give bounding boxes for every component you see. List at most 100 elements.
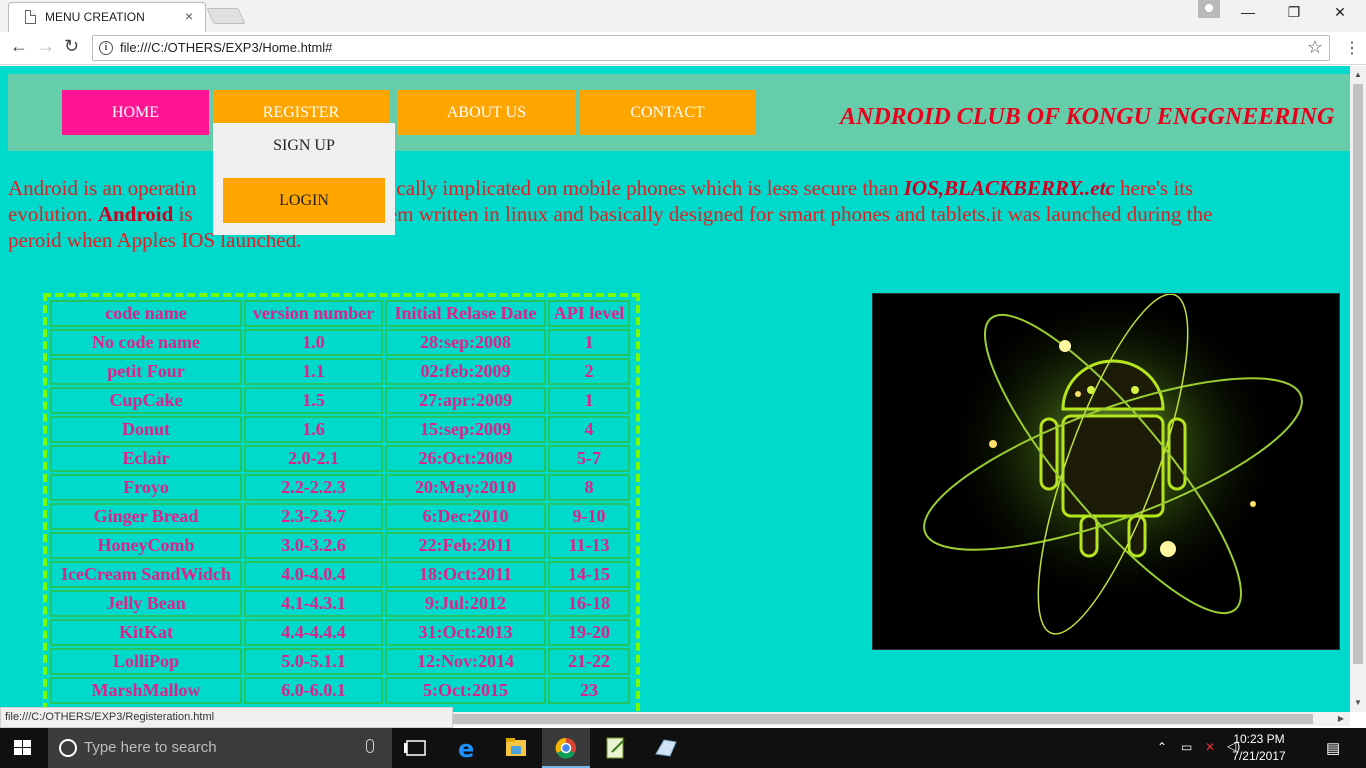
signup-menu-item[interactable]: SIGN UP: [223, 123, 385, 168]
minimize-button[interactable]: —: [1228, 4, 1268, 24]
table-cell: 8: [548, 474, 630, 501]
file-explorer-icon[interactable]: [492, 728, 540, 768]
table-cell: Jelly Bean: [50, 590, 242, 617]
chrome-menu-icon[interactable]: ⋮: [1344, 38, 1360, 58]
table-cell: 21-22: [548, 648, 630, 675]
clock-time: 10:23 PM: [1233, 732, 1285, 746]
table-cell: 2.3-2.3.7: [244, 503, 383, 530]
vertical-scrollbar[interactable]: ▲ ▼: [1350, 66, 1366, 712]
microphone-icon[interactable]: [366, 739, 374, 753]
table-cell: 5:Oct:2015: [385, 677, 546, 704]
task-view-icon[interactable]: [392, 728, 440, 768]
nav-bar: HOME REGISTER ABOUT US CONTACT ANDROID C…: [8, 74, 1350, 151]
browser-toolbar: ← → ↻ i file:///C:/OTHERS/EXP3/Home.html…: [0, 32, 1366, 65]
table-cell: 14-15: [548, 561, 630, 588]
nav-about-button[interactable]: ABOUT US: [397, 90, 576, 135]
browser-tab[interactable]: MENU CREATION ×: [8, 2, 206, 32]
table-row: Jelly Bean 4.1-4.3.1 9:Jul:2012 16-18: [50, 590, 630, 617]
table-cell: Eclair: [50, 445, 242, 472]
table-cell: 6.0-6.0.1: [244, 677, 383, 704]
table-row: HoneyComb 3.0-3.2.6 22:Feb:2011 11-13: [50, 532, 630, 559]
register-dropdown: SIGN UP LOGIN: [213, 123, 395, 235]
info-icon[interactable]: i: [99, 41, 113, 55]
intro-emphasis: IOS,BLACKBERRY..etc: [903, 176, 1115, 200]
taskbar-clock[interactable]: 10:23 PM 7/21/2017: [1228, 731, 1290, 765]
table-row: CupCake 1.5 27:apr:2009 1: [50, 387, 630, 414]
table-cell: 2: [548, 358, 630, 385]
login-menu-item[interactable]: LOGIN: [223, 178, 385, 223]
back-button[interactable]: ←: [10, 36, 28, 57]
table-cell: 19-20: [548, 619, 630, 646]
table-cell: Ginger Bread: [50, 503, 242, 530]
column-header: API level: [548, 300, 630, 327]
chrome-taskbar-icon[interactable]: [542, 728, 590, 768]
table-cell: 16-18: [548, 590, 630, 617]
table-cell: 1.0: [244, 329, 383, 356]
table-cell: Donut: [50, 416, 242, 443]
table-cell: 20:May:2010: [385, 474, 546, 501]
search-placeholder: Type here to search: [84, 739, 217, 756]
edge-browser-icon[interactable]: e: [442, 728, 490, 768]
table-row: Eclair 2.0-2.1 26:Oct:2009 5-7: [50, 445, 630, 472]
address-bar[interactable]: i file:///C:/OTHERS/EXP3/Home.html# ☆: [92, 35, 1330, 61]
table-cell: 1.6: [244, 416, 383, 443]
column-header: Initial Relase Date: [385, 300, 546, 327]
battery-icon[interactable]: ▭: [1181, 740, 1192, 754]
scroll-down-arrow-icon[interactable]: ▼: [1354, 698, 1362, 707]
table-body: No code name 1.0 28:sep:2008 1 petit Four 1.1…: [50, 329, 630, 704]
table-row: Froyo 2.2-2.2.3 20:May:2010 8: [50, 474, 630, 501]
intro-text: is: [173, 202, 198, 226]
new-tab-button[interactable]: [206, 8, 246, 24]
club-title: ANDROID CLUB OF KONGU ENGGNEERING: [840, 104, 1335, 130]
table-row: LolliPop 5.0-5.1.1 12:Nov:2014 21-22: [50, 648, 630, 675]
intro-emphasis: Android: [97, 202, 174, 226]
network-warning-icon[interactable]: ✕: [1205, 740, 1215, 754]
restore-button[interactable]: ❐: [1274, 4, 1314, 24]
table-cell: 4.0-4.0.4: [244, 561, 383, 588]
table-cell: 1: [548, 329, 630, 356]
profile-icon[interactable]: [1198, 0, 1220, 18]
status-bar-url: file:///C:/OTHERS/EXP3/Registeration.htm…: [0, 707, 453, 728]
intro-paragraph: Android is an operatin cally implicated o…: [8, 175, 1308, 253]
table-cell: 5-7: [548, 445, 630, 472]
close-window-button[interactable]: ✕: [1320, 4, 1360, 24]
intro-text: cally implicated on mobile phones which …: [396, 176, 904, 200]
url-text[interactable]: file:///C:/OTHERS/EXP3/Home.html#: [120, 40, 332, 55]
vertical-scroll-thumb[interactable]: [1353, 84, 1363, 664]
horizontal-scroll-thumb[interactable]: [453, 714, 1313, 724]
table-row: MarshMallow 6.0-6.0.1 5:Oct:2015 23: [50, 677, 630, 704]
android-glow-graphic: [873, 294, 1339, 649]
bookmark-star-icon[interactable]: ☆: [1307, 37, 1323, 58]
table-cell: 31:Oct:2013: [385, 619, 546, 646]
windows-start-icon[interactable]: [14, 740, 32, 756]
horizontal-scrollbar[interactable]: ▶: [453, 712, 1350, 726]
table-cell: KitKat: [50, 619, 242, 646]
nav-home-button[interactable]: HOME: [62, 90, 209, 135]
forward-button[interactable]: →: [37, 36, 55, 57]
table-cell: 27:apr:2009: [385, 387, 546, 414]
scroll-right-arrow-icon[interactable]: ▶: [1338, 714, 1344, 723]
table-cell: 9-10: [548, 503, 630, 530]
table-cell: HoneyComb: [50, 532, 242, 559]
taskbar-search-box[interactable]: Type here to search: [48, 728, 392, 768]
scroll-up-arrow-icon[interactable]: ▲: [1354, 70, 1362, 79]
tab-title: MENU CREATION: [45, 10, 145, 24]
nav-contact-button[interactable]: CONTACT: [580, 90, 755, 135]
intro-text: em written in linux and basically design…: [387, 202, 1213, 226]
tray-chevron-icon[interactable]: ⌃: [1157, 740, 1167, 754]
paint-icon[interactable]: [642, 728, 690, 768]
table-cell: 15:sep:2009: [385, 416, 546, 443]
table-cell: 28:sep:2008: [385, 329, 546, 356]
table-cell: 1.1: [244, 358, 383, 385]
table-cell: 2.0-2.1: [244, 445, 383, 472]
tab-close-icon[interactable]: ×: [185, 8, 193, 24]
reload-button[interactable]: ↻: [64, 36, 79, 57]
table-cell: 6:Dec:2010: [385, 503, 546, 530]
action-center-icon[interactable]: ▤: [1326, 739, 1340, 757]
table-cell: 22:Feb:2011: [385, 532, 546, 559]
table-cell: 4: [548, 416, 630, 443]
table-cell: 5.0-5.1.1: [244, 648, 383, 675]
table-cell: petit Four: [50, 358, 242, 385]
notepad-icon[interactable]: [592, 728, 640, 768]
table-cell: MarshMallow: [50, 677, 242, 704]
